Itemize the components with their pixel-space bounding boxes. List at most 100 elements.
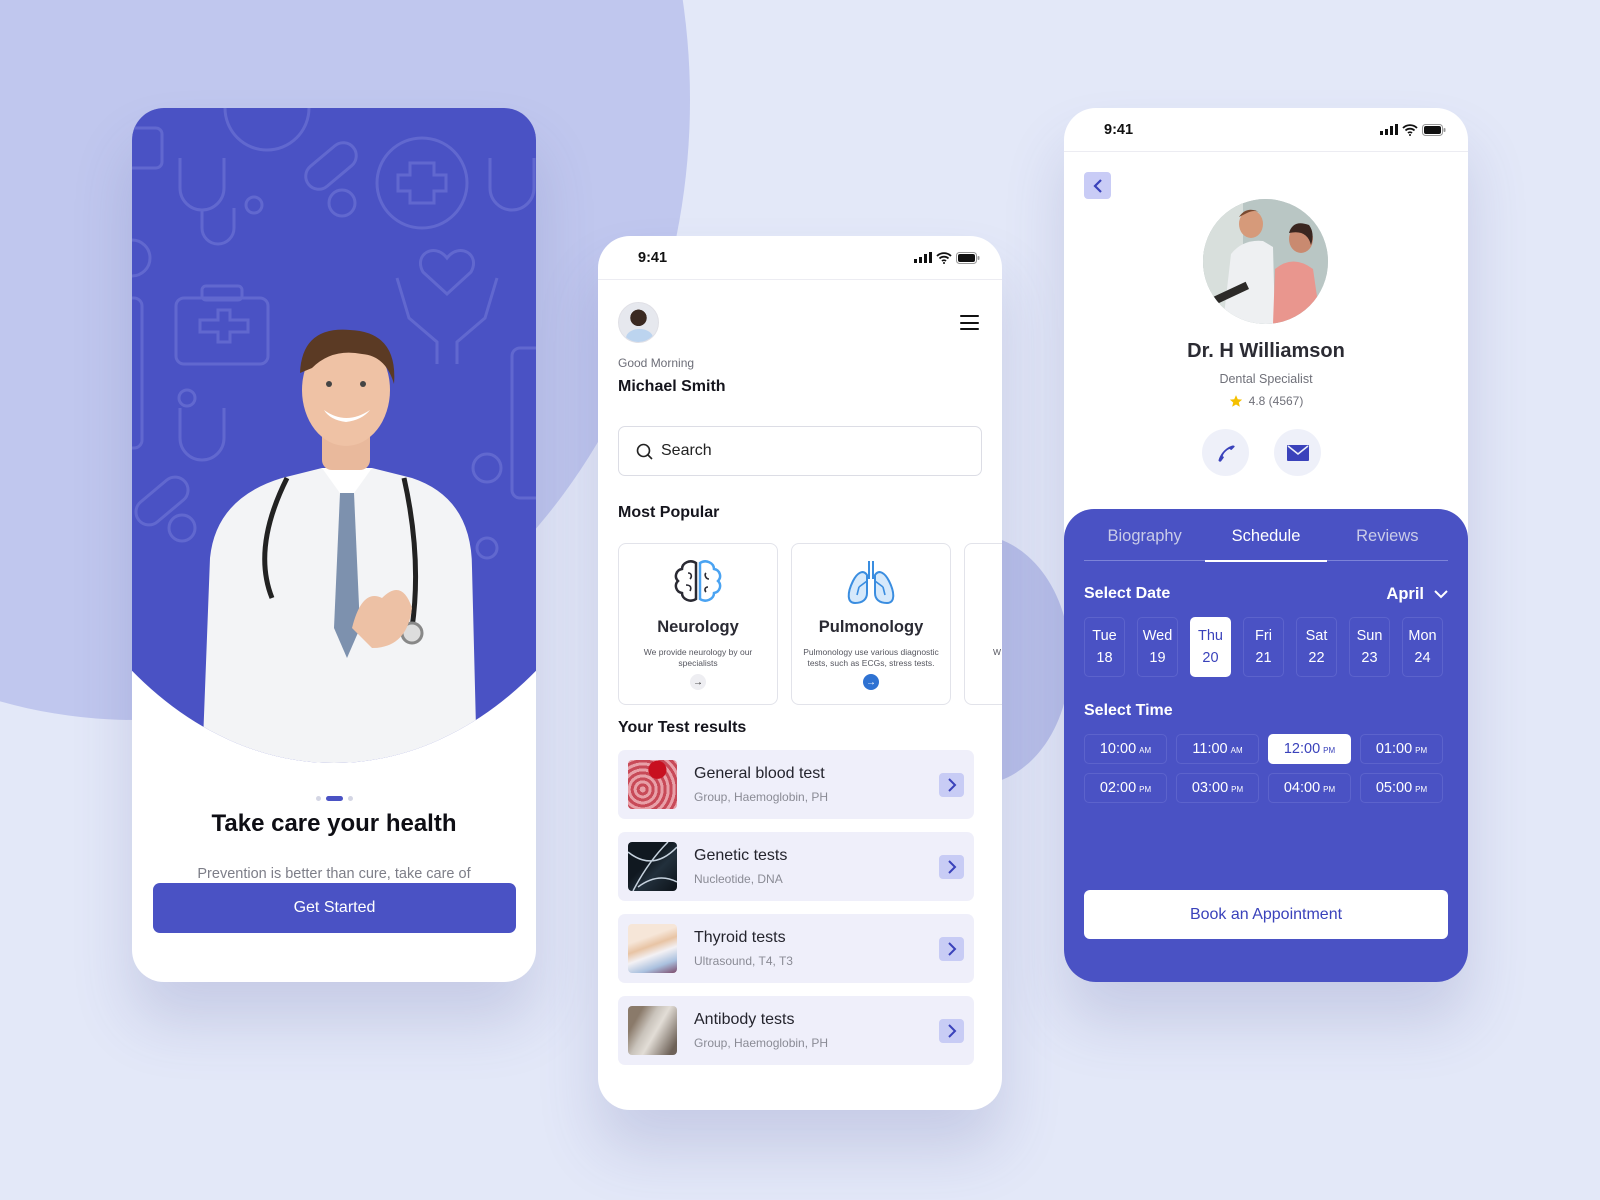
doctor-profile-screen: 9:41 Dr. H Williamson Dental Specialist … — [1064, 108, 1468, 982]
chevron-right-icon[interactable] — [939, 937, 964, 961]
tab-schedule[interactable]: Schedule — [1205, 527, 1327, 562]
time-slot[interactable]: 03:00 PM — [1176, 773, 1259, 803]
signal-icon — [1380, 124, 1398, 135]
card-desc: W — [993, 647, 1002, 657]
date-option-selected[interactable]: Thu 20 — [1190, 617, 1231, 677]
page-indicator — [132, 796, 536, 801]
onboarding-screen: Take care your health Prevention is bett… — [132, 108, 536, 982]
arrow-right-icon[interactable]: → — [690, 674, 706, 690]
rating-value: 4.8 (4567) — [1248, 394, 1304, 408]
doctor-rating: 4.8 (4567) — [1064, 394, 1468, 408]
card-title: Pulmonology — [818, 618, 924, 636]
antibody-thumbnail — [628, 1006, 677, 1055]
message-button[interactable] — [1274, 429, 1321, 476]
date-option[interactable]: Fri 21 — [1243, 617, 1284, 677]
test-title: General blood test — [694, 765, 825, 782]
user-name: Michael Smith — [618, 378, 726, 395]
chevron-right-icon[interactable] — [939, 1019, 964, 1043]
schedule-panel: Biography Schedule Reviews Select Date A… — [1064, 509, 1468, 982]
card-title: Neurology — [657, 618, 739, 636]
test-results-list: General blood test Group, Haemoglobin, P… — [618, 750, 974, 1065]
doctor-avatar — [1203, 199, 1328, 324]
status-bar: 9:41 — [598, 236, 1002, 280]
popular-carousel[interactable]: Neurology We provide neurology by our sp… — [618, 543, 1002, 705]
lungs-icon — [847, 561, 895, 605]
test-result-item[interactable]: Antibody tests Group, Haemoglobin, PH — [618, 996, 974, 1065]
mail-icon — [1286, 444, 1309, 461]
status-time: 9:41 — [638, 249, 668, 266]
card-desc: We provide neurology by our specialists — [643, 647, 753, 668]
wifi-icon — [936, 251, 952, 264]
test-results-title: Your Test results — [618, 719, 747, 736]
doctor-name: Dr. H Williamson — [1187, 340, 1345, 362]
star-icon — [1229, 395, 1242, 407]
test-subtitle: Group, Haemoglobin, PH — [694, 790, 829, 804]
tab-reviews[interactable]: Reviews — [1327, 527, 1448, 560]
date-option[interactable]: Sun 23 — [1349, 617, 1390, 677]
tab-biography[interactable]: Biography — [1084, 527, 1205, 560]
get-started-button[interactable]: Get Started — [153, 883, 516, 933]
onboarding-title: Take care your health — [211, 810, 457, 837]
date-option[interactable]: Sat 22 — [1296, 617, 1337, 677]
date-picker: Tue 18 Wed 19 Thu 20 Fri 21 Sat 22 Sun 23 Mon 2… — [1084, 617, 1443, 677]
test-subtitle: Group, Haemoglobin, PH — [694, 1036, 829, 1050]
hero-banner — [132, 108, 536, 763]
greeting: Good Morning — [618, 356, 695, 370]
test-title: Thyroid tests — [694, 929, 786, 946]
page-dot[interactable] — [347, 796, 353, 801]
time-slot[interactable]: 10:00 AM — [1084, 734, 1167, 764]
select-time-label: Select Time — [1084, 702, 1173, 719]
time-slot[interactable]: 01:00 PM — [1360, 734, 1443, 764]
date-option[interactable]: Wed 19 — [1137, 617, 1178, 677]
page-dot-active[interactable] — [325, 796, 343, 801]
profile-tabs: Biography Schedule Reviews — [1084, 527, 1448, 562]
time-slot[interactable]: 04:00 PM — [1268, 773, 1351, 803]
test-result-item[interactable]: Genetic tests Nucleotide, DNA — [618, 832, 974, 901]
chevron-right-icon[interactable] — [939, 855, 964, 879]
phone-icon — [1218, 445, 1235, 462]
arrow-right-icon[interactable]: → — [863, 674, 879, 690]
brain-icon — [674, 560, 722, 602]
date-option[interactable]: Mon 24 — [1402, 617, 1443, 677]
doctor-photo — [202, 329, 477, 763]
back-button[interactable] — [1084, 172, 1111, 199]
popular-card-partial[interactable]: W — [964, 543, 1002, 705]
wifi-icon — [1402, 123, 1418, 136]
select-date-label: Select Date — [1084, 585, 1171, 602]
chevron-down-icon — [1434, 590, 1448, 599]
test-title: Antibody tests — [694, 1011, 795, 1028]
month-dropdown[interactable]: April — [1386, 585, 1448, 604]
date-option[interactable]: Tue 18 — [1084, 617, 1125, 677]
test-title: Genetic tests — [694, 847, 788, 864]
test-subtitle: Ultrasound, T4, T3 — [694, 954, 793, 968]
signal-icon — [914, 252, 932, 263]
time-slot-selected[interactable]: 12:00 PM — [1268, 734, 1351, 764]
popular-card-pulmonology[interactable]: Pulmonology Pulmonology use various diag… — [791, 543, 951, 705]
time-slot[interactable]: 11:00 AM — [1176, 734, 1259, 764]
status-bar: 9:41 — [1064, 108, 1468, 152]
chevron-right-icon[interactable] — [939, 773, 964, 797]
time-slot[interactable]: 02:00 PM — [1084, 773, 1167, 803]
doctor-specialty: Dental Specialist — [1219, 372, 1313, 386]
card-desc: Pulmonology use various diagnostic tests… — [803, 647, 939, 668]
time-slot[interactable]: 05:00 PM — [1360, 773, 1443, 803]
blood-test-thumbnail — [628, 760, 677, 809]
test-result-item[interactable]: Thyroid tests Ultrasound, T4, T3 — [618, 914, 974, 983]
popular-card-neurology[interactable]: Neurology We provide neurology by our sp… — [618, 543, 778, 705]
hamburger-menu-icon[interactable] — [960, 315, 979, 330]
home-screen: 9:41 Good Morning Michael Smith Search M… — [598, 236, 1002, 1110]
page-dot[interactable] — [315, 796, 321, 801]
search-input[interactable]: Search — [618, 426, 982, 476]
battery-icon — [1422, 123, 1446, 136]
test-result-item[interactable]: General blood test Group, Haemoglobin, P… — [618, 750, 974, 819]
month-value: April — [1386, 585, 1424, 603]
search-placeholder: Search — [661, 442, 712, 459]
user-avatar[interactable] — [618, 302, 659, 343]
call-button[interactable] — [1202, 429, 1249, 476]
dna-thumbnail — [627, 841, 678, 892]
most-popular-title: Most Popular — [618, 504, 720, 521]
book-appointment-button[interactable]: Book an Appointment — [1084, 890, 1448, 939]
battery-icon — [956, 251, 980, 264]
thyroid-thumbnail — [628, 924, 677, 973]
time-picker: 10:00 AM 11:00 AM 12:00 PM 01:00 PM 02:00 PM … — [1084, 734, 1443, 803]
